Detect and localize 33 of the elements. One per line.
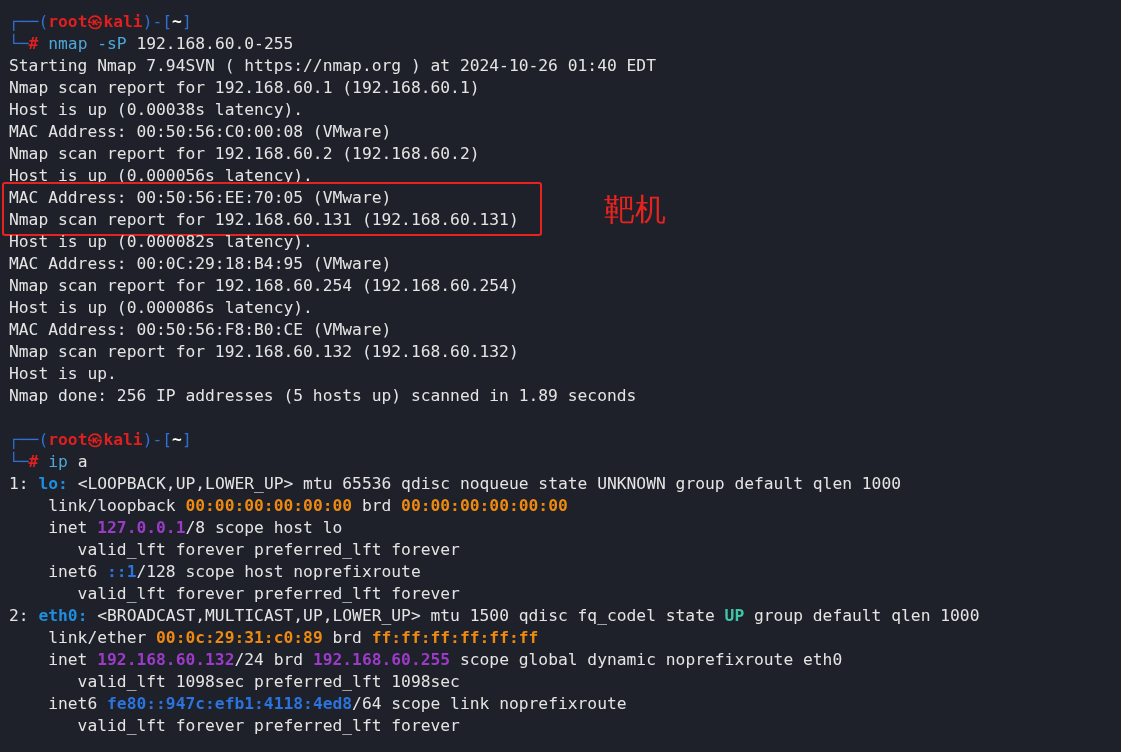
terminal-line: Nmap scan report for 192.168.60.132 (192.168.60.132) <box>9 341 519 363</box>
terminal-line: Host is up (0.000082s latency). <box>9 231 313 253</box>
terminal-line: MAC Address: 00:50:56:F8:B0:CE (VMware) <box>9 319 392 341</box>
terminal-line: Nmap done: 256 IP addresses (5 hosts up) scanned in 1.89 seconds <box>9 385 637 407</box>
terminal-line: Starting Nmap 7.94SVN ( https://nmap.org ) at 2024-10-26 01:40 EDT <box>9 55 656 77</box>
terminal-line: Host is up (0.00038s latency). <box>9 99 304 121</box>
terminal-line: └─# ip a <box>9 451 88 473</box>
terminal-line: inet6 fe80::947c:efb1:4118:4ed8/64 scope link noprefixroute <box>47 693 627 715</box>
terminal-line: MAC Address: 00:50:56:C0:00:08 (VMware) <box>9 121 392 143</box>
terminal-line: Nmap scan report for 192.168.60.1 (192.168.60.1) <box>9 77 480 99</box>
terminal-line: inet 192.168.60.132/24 brd 192.168.60.255 scope global dynamic noprefixroute eth0 <box>47 649 843 671</box>
terminal-line: MAC Address: 00:0C:29:18:B4:95 (VMware) <box>9 253 392 275</box>
terminal-line: └─# nmap -sP 192.168.60.0-255 <box>9 33 294 55</box>
terminal-line: ┌──(root㉿kali)-[~] <box>9 429 192 451</box>
terminal-line: 2: eth0: <BROADCAST,MULTICAST,UP,LOWER_UP> mtu 1500 qdisc fq_codel state UP group default qlen 1000 <box>9 605 980 627</box>
terminal-line: ┌──(root㉿kali)-[~] <box>9 11 192 33</box>
terminal-line: Nmap scan report for 192.168.60.254 (192.168.60.254) <box>9 275 519 297</box>
annotation-label: 靶机 <box>603 190 666 229</box>
terminal-line: valid_lft forever preferred_lft forever <box>76 583 460 605</box>
terminal-line: inet6 ::1/128 scope host noprefixroute <box>47 561 421 583</box>
terminal-line: Nmap scan report for 192.168.60.2 (192.168.60.2) <box>9 143 480 165</box>
terminal-line: valid_lft forever preferred_lft forever <box>76 715 460 737</box>
terminal-line: valid_lft forever preferred_lft forever <box>76 539 460 561</box>
terminal-line: inet 127.0.0.1/8 scope host lo <box>47 517 343 539</box>
terminal-line: MAC Address: 00:50:56:EE:70:05 (VMware) <box>9 187 392 209</box>
terminal-line: link/ether 00:0c:29:31:c0:89 brd ff:ff:ff:ff:ff:ff <box>47 627 539 649</box>
terminal-line: Nmap scan report for 192.168.60.131 (192.168.60.131) <box>9 209 519 231</box>
terminal-line: Host is up. <box>9 363 117 385</box>
terminal-line: Host is up (0.000056s latency). <box>9 165 313 187</box>
terminal-line: 1: lo: <LOOPBACK,UP,LOWER_UP> mtu 65536 qdisc noqueue state UNKNOWN group default qlen 1000 <box>9 473 902 495</box>
terminal-line: valid_lft 1098sec preferred_lft 1098sec <box>76 671 460 693</box>
terminal-line: Host is up (0.000086s latency). <box>9 297 313 319</box>
terminal-line: link/loopback 00:00:00:00:00:00 brd 00:00:00:00:00:00 <box>47 495 568 517</box>
